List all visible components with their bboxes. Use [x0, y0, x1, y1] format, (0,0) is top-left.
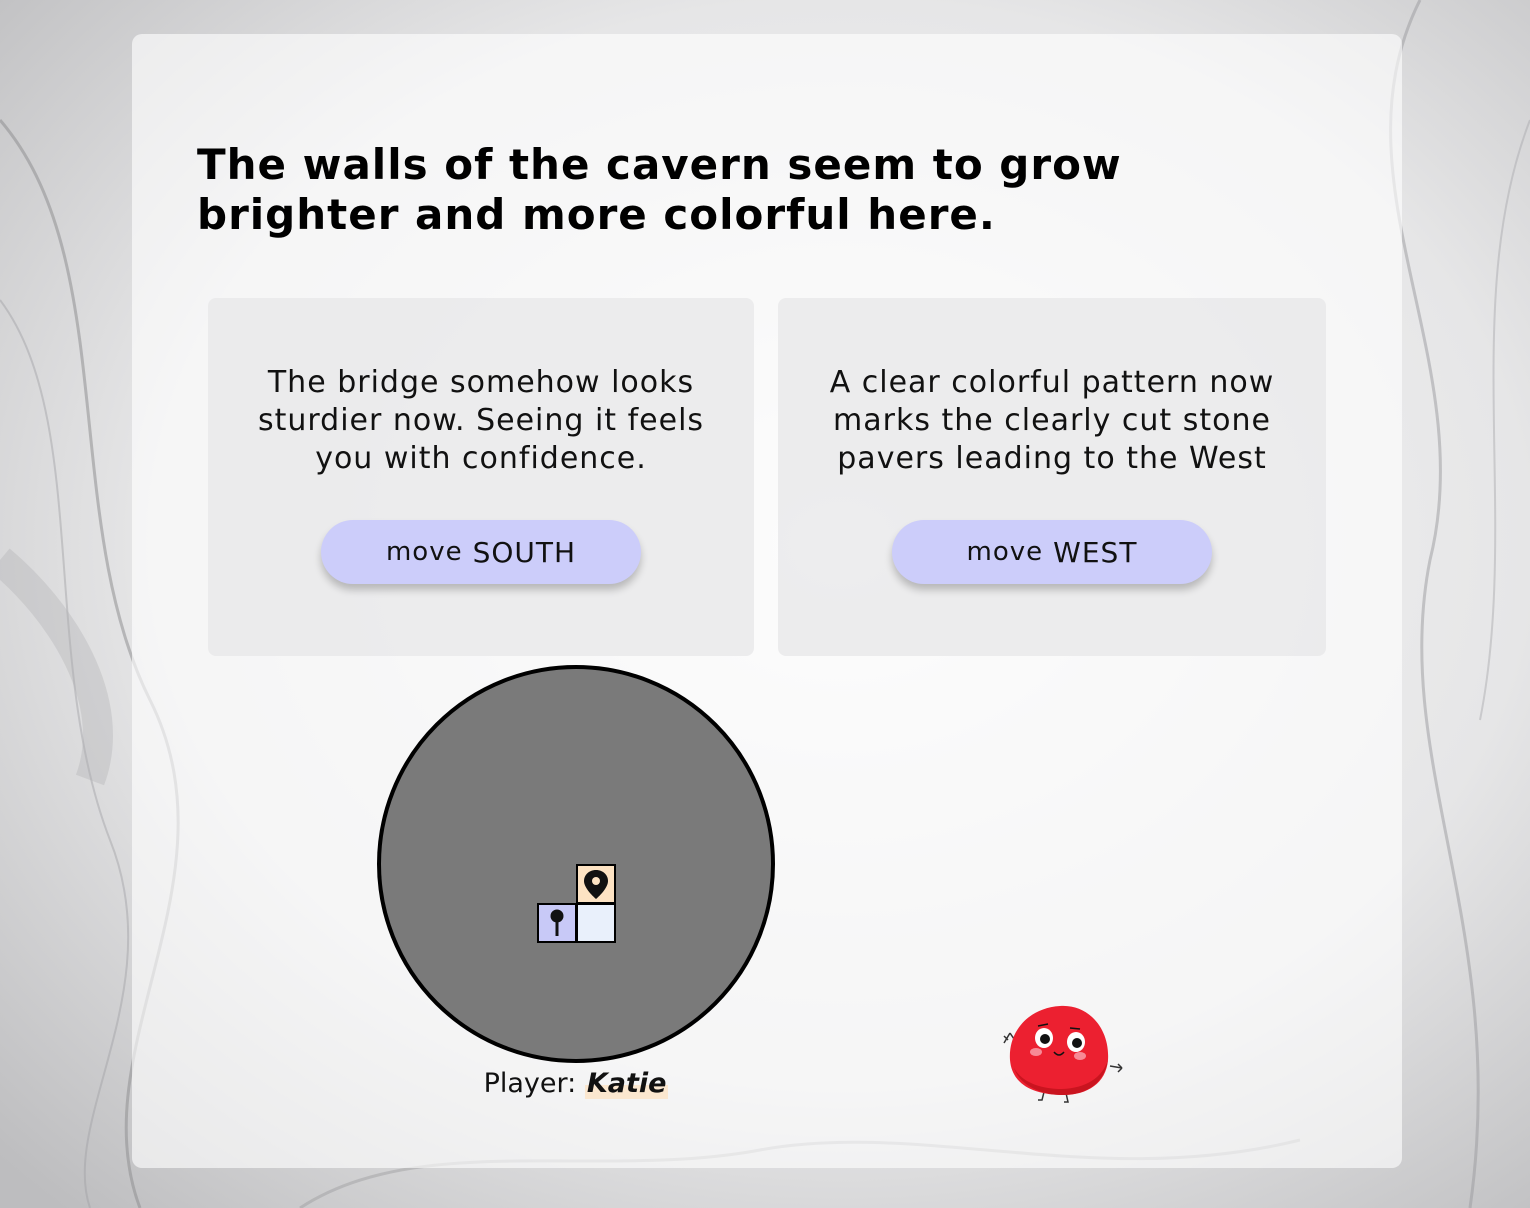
- move-south-direction: SOUTH: [472, 535, 577, 569]
- move-west-verb: move: [966, 537, 1044, 567]
- move-south-verb: move: [385, 537, 463, 567]
- player-name: Katie: [584, 1068, 669, 1099]
- player-label: Player:: [483, 1068, 577, 1099]
- minimap-room-visited: [537, 903, 577, 943]
- option-description-west: A clear colorful pattern now marks the c…: [829, 365, 1275, 476]
- option-card-west: A clear colorful pattern now marks the c…: [778, 298, 1326, 656]
- move-west-direction: WEST: [1053, 535, 1138, 569]
- scene-title: The walls of the cavern seem to grow bri…: [197, 140, 1122, 239]
- minimap-room-empty: [576, 903, 616, 943]
- player-info: Player: Katie: [376, 1068, 776, 1099]
- move-west-button[interactable]: move WEST: [892, 520, 1212, 584]
- minimap-room-current: [576, 864, 616, 904]
- red-blob-character-icon: [1003, 1005, 1123, 1103]
- minimap: [377, 665, 775, 1063]
- move-south-button[interactable]: move SOUTH: [321, 520, 641, 584]
- option-card-south: The bridge somehow looks sturdier now. S…: [208, 298, 754, 656]
- option-description-south: The bridge somehow looks sturdier now. S…: [257, 365, 705, 476]
